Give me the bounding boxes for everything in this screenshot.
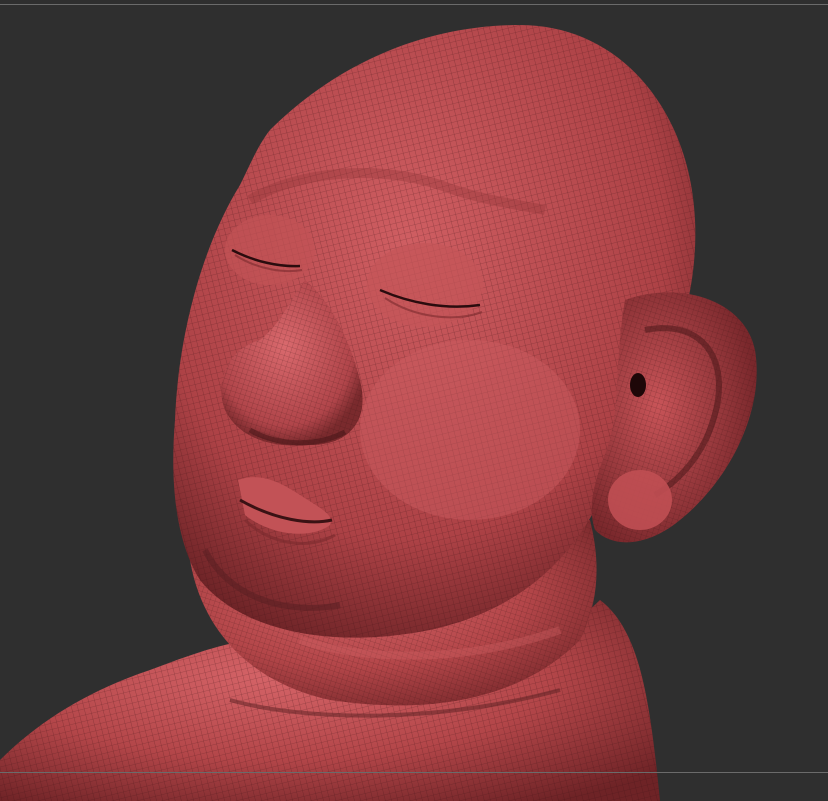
head [173,25,696,638]
right-eye-closed [367,243,483,327]
viewport-bottom-guide-line [0,772,828,773]
cheek [360,340,580,520]
sculpt-mesh[interactable] [0,0,828,801]
3d-viewport[interactable] [0,0,828,801]
left-eye-closed [225,215,315,285]
